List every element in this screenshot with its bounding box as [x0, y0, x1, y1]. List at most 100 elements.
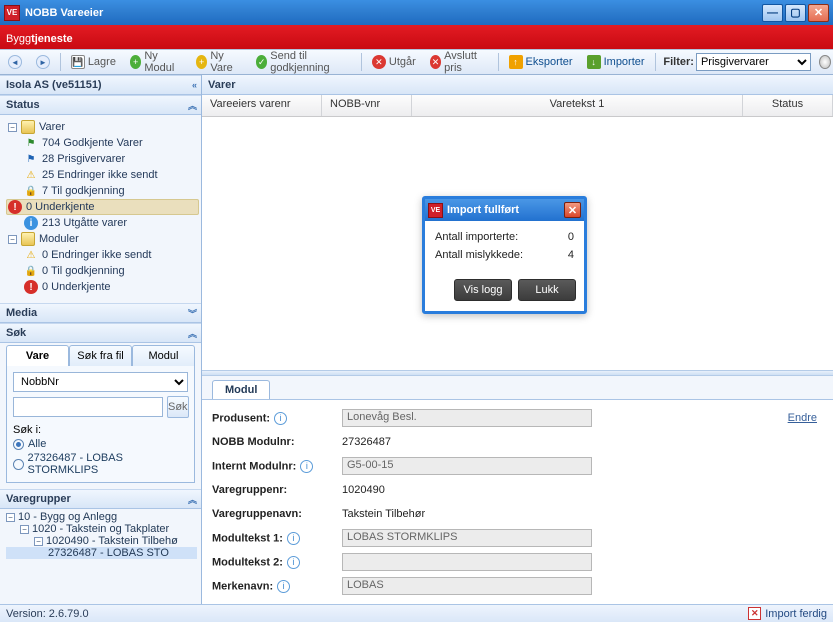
tree-godkjente[interactable]: ⚑ 704 Godkjente Varer [6, 135, 199, 151]
search-button[interactable]: Søk [167, 396, 189, 418]
save-button[interactable]: 💾Lagre [65, 52, 122, 72]
import-button[interactable]: ↓Importer [581, 52, 651, 72]
check-icon: ✓ [256, 55, 267, 69]
col-nobbvnr[interactable]: NOBB-vnr [322, 95, 412, 116]
chevron-up-icon[interactable]: ︽ [188, 99, 195, 112]
collapse-box-icon[interactable]: − [34, 537, 43, 546]
utgar-button[interactable]: ✕Utgår [366, 52, 422, 72]
separator [60, 53, 61, 71]
collapse-box-icon[interactable]: − [8, 123, 17, 132]
plus-icon: + [130, 55, 141, 69]
dialog-close-button[interactable]: ✕ [564, 202, 581, 218]
tree-underkjente[interactable]: !0 Underkjente [6, 199, 199, 215]
col-status[interactable]: Status [743, 95, 833, 116]
avslutt-label: Avslutt pris [444, 50, 488, 74]
info-icon[interactable]: i [287, 556, 300, 569]
chevron-down-icon[interactable]: ︾ [188, 307, 195, 320]
search-input[interactable] [13, 397, 163, 417]
vg-node-0[interactable]: −10 - Bygg og Anlegg [6, 511, 197, 523]
col-varetekst1[interactable]: Varetekst 1 [412, 95, 743, 116]
lbl-mt2: Modultekst 2:i [212, 556, 342, 569]
tree-label: 704 Godkjente Varer [42, 137, 143, 149]
vg-node-2[interactable]: −1020490 - Takstein Tilbehø [6, 535, 197, 547]
gear-icon[interactable] [819, 55, 831, 69]
owner-header: Isola AS (ve51151) « [0, 75, 201, 95]
new-modul-label: Ny Modul [144, 50, 182, 74]
vg-node-3[interactable]: 27326487 - LOBAS STO [6, 547, 197, 559]
tree-m-underkj[interactable]: !0 Underkjente [6, 279, 199, 295]
owner-text: Isola AS (ve51151) [6, 79, 102, 91]
info-icon[interactable]: i [277, 580, 290, 593]
row-mt1: Modultekst 1:i LOBAS STORMKLIPS [212, 526, 823, 550]
brand-bar: Byggtjeneste [0, 25, 833, 49]
right-panel: Varer Vareeiers varenr NOBB-vnr Vareteks… [202, 75, 833, 604]
export-label: Eksporter [526, 56, 573, 68]
flag-icon: ⚑ [24, 136, 38, 150]
collapse-box-icon[interactable]: − [8, 235, 17, 244]
col-varenr[interactable]: Vareeiers varenr [202, 95, 322, 116]
new-vare-button[interactable]: +Ny Vare [190, 47, 248, 77]
collapse-box-icon[interactable]: − [20, 525, 29, 534]
tab-modul[interactable]: Modul [132, 345, 195, 366]
status-header[interactable]: Status︽ [0, 95, 201, 115]
row-vgnr: Varegruppenr: 1020490 [212, 478, 823, 502]
val-nobbmodul: 27326487 [342, 436, 391, 448]
nav-fwd-button[interactable]: ► [30, 52, 56, 72]
nav-back-button[interactable]: ◄ [2, 52, 28, 72]
sok-header[interactable]: Søk︽ [0, 323, 201, 343]
chevron-up-icon[interactable]: ︽ [188, 493, 195, 506]
tree-endringer[interactable]: ⚠25 Endringer ikke sendt [6, 167, 199, 183]
dialog-row-failed: Antall mislykkede:4 [435, 249, 574, 261]
media-header[interactable]: Media︾ [0, 303, 201, 323]
dialog-buttons: Vis logg Lukk [425, 273, 584, 311]
new-modul-button[interactable]: +Ny Modul [124, 47, 188, 77]
modul-tabs: Modul [202, 376, 833, 400]
tab-vare[interactable]: Vare [6, 345, 69, 366]
import-status[interactable]: ✕ Import ferdig [748, 607, 827, 620]
utgar-label: Utgår [389, 56, 416, 68]
status-tree: −Varer ⚑ 704 Godkjente Varer ⚑28 Prisgive… [0, 115, 201, 303]
export-button[interactable]: ↑Eksporter [503, 52, 579, 72]
varegrupper-header[interactable]: Varegrupper ︽ [0, 489, 201, 509]
tab-sok-fra-fil[interactable]: Søk fra fil [69, 345, 132, 366]
vg-node-1[interactable]: −1020 - Takstein og Takplater [6, 523, 197, 535]
radio-alle[interactable]: Alle [13, 438, 188, 450]
window-titlebar: VE NOBB Vareeier — ▢ ✕ [0, 0, 833, 25]
info-icon[interactable]: i [287, 532, 300, 545]
radio-other[interactable]: 27326487 - LOBAS STORMKLIPS [13, 452, 188, 476]
new-vare-label: Ny Vare [210, 50, 242, 74]
tree-varer[interactable]: −Varer [6, 119, 199, 135]
chevron-up-icon[interactable]: ︽ [188, 327, 195, 340]
tree-m-tilgodk[interactable]: 🔒0 Til godkjenning [6, 263, 199, 279]
alert-icon: ! [24, 280, 38, 294]
tree-tilgodk[interactable]: 🔒7 Til godkjenning [6, 183, 199, 199]
minimize-button[interactable]: — [762, 4, 783, 22]
send-label: Send til godkjenning [270, 50, 351, 74]
dialog-titlebar: VE Import fullført ✕ [425, 199, 584, 221]
info-icon[interactable]: i [274, 412, 287, 425]
close-button[interactable]: ✕ [808, 4, 829, 22]
dialog-body: Antall importerte:0 Antall mislykkede:4 [425, 221, 584, 273]
search-field-select[interactable]: NobbNr [13, 372, 188, 392]
avslutt-button[interactable]: ✕Avslutt pris [424, 47, 494, 77]
tree-utgatte[interactable]: i213 Utgåtte varer [6, 215, 199, 231]
vis-logg-button[interactable]: Vis logg [454, 279, 512, 301]
filter-select[interactable]: Prisgivervarer [696, 53, 811, 71]
varegrupper-header-text: Varegrupper [6, 493, 71, 505]
tab-modul-detail[interactable]: Modul [212, 380, 270, 399]
collapse-box-icon[interactable]: − [6, 513, 15, 522]
lbl-vgnr: Varegruppenr: [212, 484, 342, 496]
maximize-button[interactable]: ▢ [785, 4, 806, 22]
lukk-button[interactable]: Lukk [518, 279, 576, 301]
tree-moduler[interactable]: −Moduler [6, 231, 199, 247]
folder-icon [21, 232, 35, 246]
separator [655, 53, 656, 71]
tree-label: 28 Prisgivervarer [42, 153, 125, 165]
tree-prisgiver[interactable]: ⚑28 Prisgivervarer [6, 151, 199, 167]
info-icon[interactable]: i [300, 460, 313, 473]
collapse-icon[interactable]: « [192, 80, 195, 90]
dialog-title: Import fullført [447, 204, 519, 216]
send-button[interactable]: ✓Send til godkjenning [250, 47, 357, 77]
tree-m-endringer[interactable]: ⚠0 Endringer ikke sendt [6, 247, 199, 263]
endre-link[interactable]: Endre [788, 412, 817, 424]
